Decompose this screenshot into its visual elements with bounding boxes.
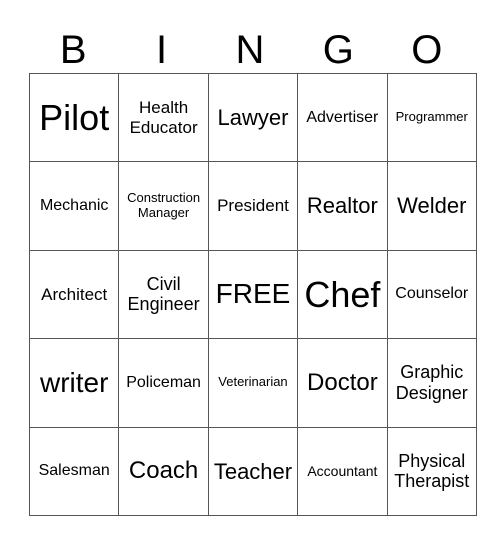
bingo-cell: Advertiser: [297, 72, 388, 163]
card-row: Pilot Health Educator Lawyer Advertiser …: [28, 72, 477, 163]
header-letter-n: N: [235, 28, 265, 72]
bingo-cell: Architect: [28, 249, 120, 340]
bingo-cell: Health Educator: [118, 72, 209, 163]
bingo-cell: Coach: [118, 426, 209, 516]
header-letter-i: I: [156, 28, 168, 72]
bingo-card: Pilot Health Educator Lawyer Advertiser …: [28, 72, 477, 516]
bingo-cell: Doctor: [297, 338, 388, 428]
bingo-cell: writer: [28, 338, 120, 428]
bingo-cell: Mechanic: [28, 161, 120, 251]
bingo-cell: Physical Therapist: [386, 426, 477, 516]
bingo-cell: President: [207, 161, 299, 251]
card-row: Architect Civil Engineer FREE Chef Couns…: [28, 249, 477, 340]
bingo-cell: Accountant: [297, 426, 388, 516]
header-letter-o: O: [411, 28, 443, 72]
bingo-cell: Realtor: [297, 161, 388, 251]
bingo-cell: Policeman: [118, 338, 209, 428]
card-row: Mechanic Construction Manager President …: [28, 161, 477, 251]
bingo-cell: Pilot: [28, 72, 120, 163]
bingo-cell: Programmer: [386, 72, 477, 163]
header-letter-g: G: [322, 28, 354, 72]
card-row: writer Policeman Veterinarian Doctor Gra…: [28, 338, 477, 428]
bingo-cell: Teacher: [207, 426, 299, 516]
bingo-cell: Civil Engineer: [118, 249, 209, 340]
header-letter-b: B: [59, 28, 87, 72]
bingo-cell: Veterinarian: [207, 338, 299, 428]
bingo-cell: Welder: [386, 161, 477, 251]
bingo-cell: Counselor: [386, 249, 477, 340]
free-space: FREE: [207, 249, 299, 340]
card-row: Salesman Coach Teacher Accountant Physic…: [28, 426, 477, 516]
bingo-cell: Lawyer: [207, 72, 299, 163]
bingo-header: B I N G O: [29, 28, 471, 72]
bingo-cell: Graphic Designer: [386, 338, 477, 428]
bingo-cell: Construction Manager: [118, 161, 209, 251]
bingo-cell: Chef: [297, 249, 388, 340]
bingo-cell: Salesman: [28, 426, 120, 516]
